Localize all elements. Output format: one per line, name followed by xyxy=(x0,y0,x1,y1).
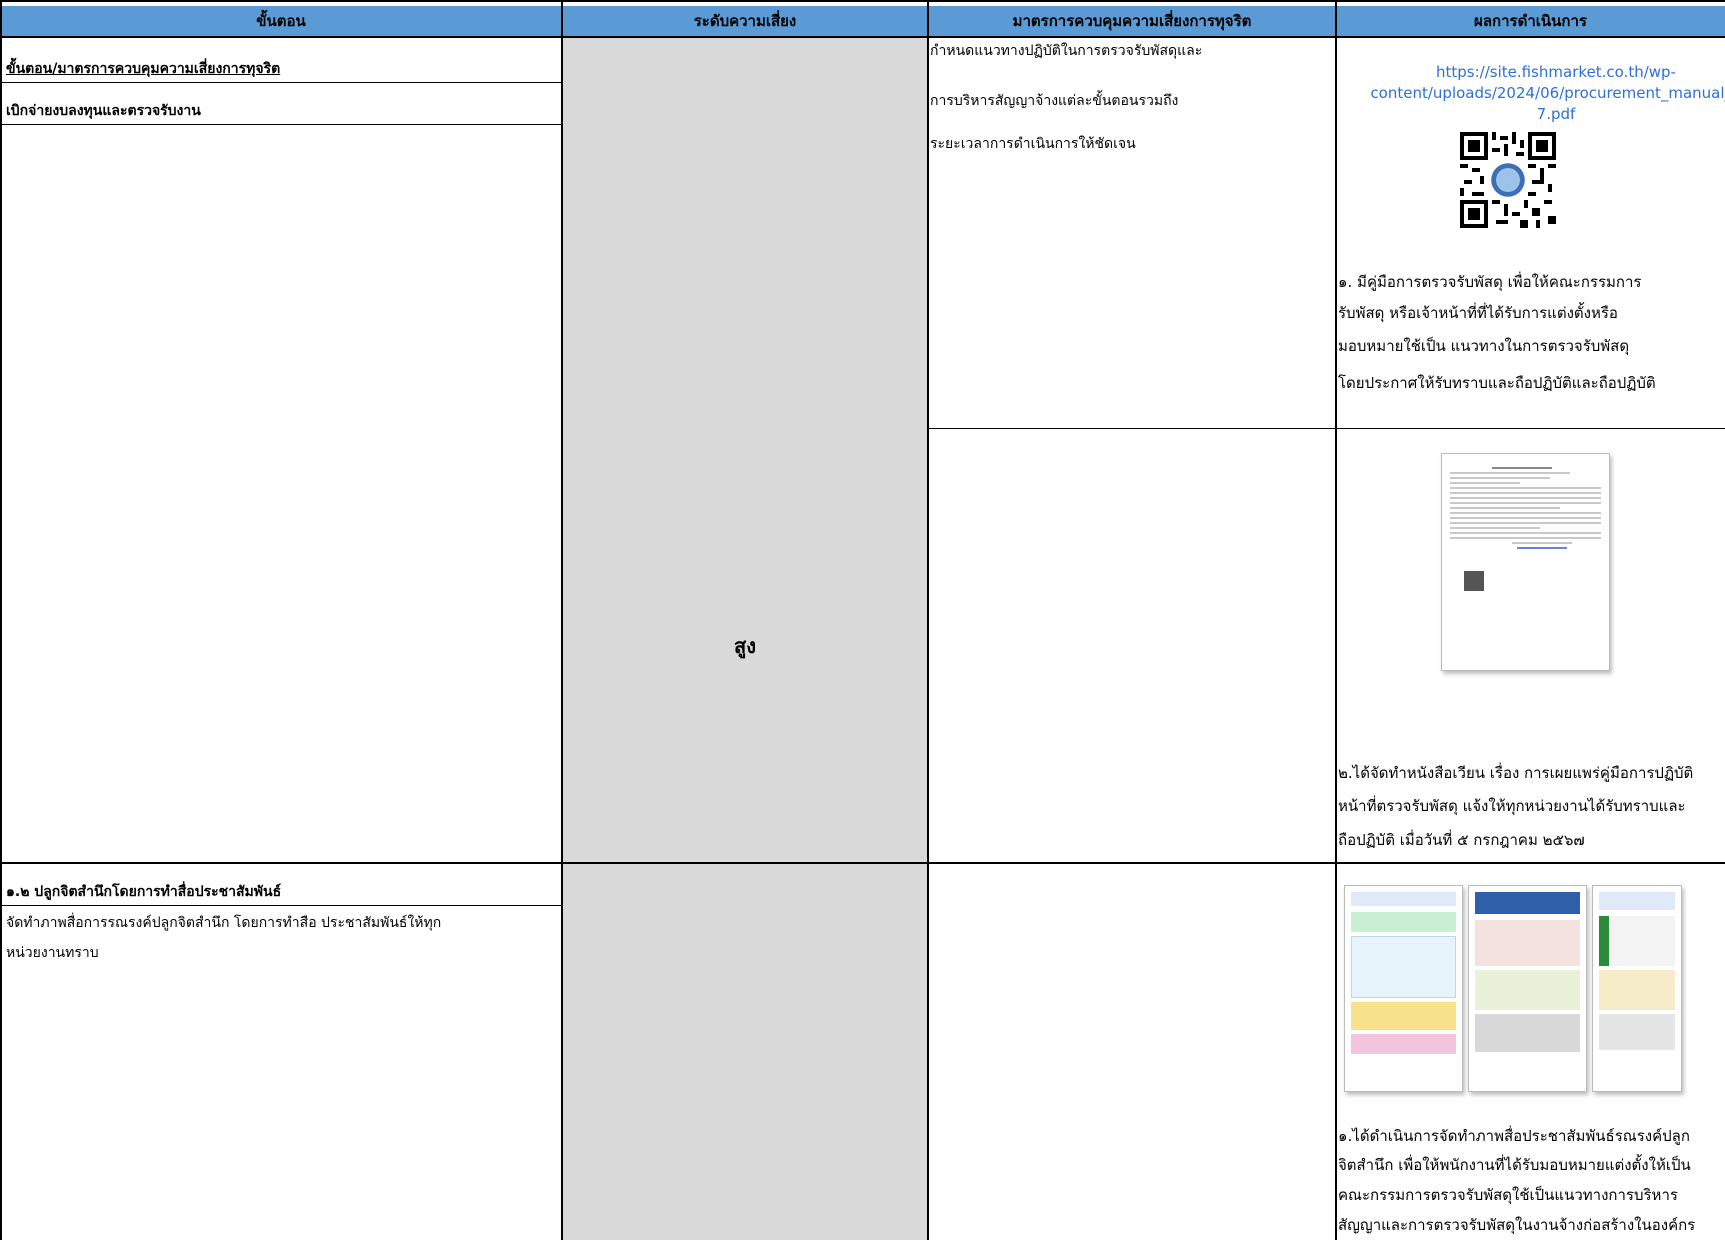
section2-title: ๑.๒ ปลูกจิตสำนึกโดยการทำสื่อประชาสัมพันธ… xyxy=(6,884,282,900)
section2-desc-line1: จัดทำภาพสื่อการรณรงค์ปลูกจิตสำนึก โดยการ… xyxy=(6,915,442,931)
link-line3: 7.pdf xyxy=(1536,105,1576,123)
result3-line3: คณะกรรมการตรวจรับพัสดุใช้เป็นแนวทางการบร… xyxy=(1338,1186,1678,1204)
measure-line3: ระยะเวลาการดำเนินการให้ชัดเจน xyxy=(930,136,1136,152)
col-divider-1 xyxy=(561,0,563,1240)
col-divider-2 xyxy=(927,0,929,1240)
left-row-divider-1 xyxy=(0,82,562,83)
poster-image-3 xyxy=(1592,885,1682,1092)
result1-line2: รับพัสดุ หรือเจ้าหน้าที่ที่ได้รับการแต่ง… xyxy=(1338,304,1618,322)
link-line2: content/uploads/2024/06/procurement_manu… xyxy=(1370,84,1725,102)
measure-line2: การบริหารสัญญาจ้างแต่ละขั้นตอนรวมถึง xyxy=(930,93,1179,109)
left-row-divider-3 xyxy=(0,905,562,906)
section2-desc-line2: หน่วยงานทราบ xyxy=(6,945,99,961)
procurement-manual-link[interactable]: https://site.fishmarket.co.th/wp- conten… xyxy=(1336,62,1725,125)
left-border xyxy=(0,0,2,1240)
header-measures: มาตรการควบคุมความเสี่ยงการทุจริต xyxy=(1012,12,1252,30)
col-divider-3 xyxy=(1335,0,1337,1240)
result2-line1: ๒.ได้จัดทำหนังสือเวียน เรื่อง การเผยแพร่… xyxy=(1338,764,1694,782)
header-results: ผลการดำเนินการ xyxy=(1474,12,1587,30)
risk-control-table: ขั้นตอน ระดับความเสี่ยง มาตรการควบคุมควา… xyxy=(0,0,1725,1240)
header-risk-level: ระดับความเสี่ยง xyxy=(693,12,797,30)
measure-line1: กำหนดแนวทางปฏิบัติในการตรวจรับพัสดุและ xyxy=(930,43,1203,59)
qr-code-icon xyxy=(1460,132,1556,228)
memo-document-image xyxy=(1441,453,1610,671)
result2-line3: ถือปฏิบัติ เมื่อวันที่ ๕ กรกฎาคม ๒๕๖๗ xyxy=(1338,831,1585,849)
result1-line1: ๑. มีคู่มือการตรวจรับพัสดุ เพื่อให้คณะกร… xyxy=(1338,273,1642,291)
result3-line2: จิตสำนึก เพื่อให้พนักงานที่ได้รับมอบหมาย… xyxy=(1338,1156,1691,1174)
right-row-divider-1 xyxy=(928,428,1725,429)
section-subtitle: เบิกจ่ายงบลงทุนและตรวจรับงาน xyxy=(6,103,201,119)
header-bottom-border xyxy=(0,36,1725,38)
risk-level-value: สูง xyxy=(734,634,756,658)
result2-line2: หน้าที่ตรวจรับพัสดุ แจ้งให้ทุกหน่วยงานได… xyxy=(1338,797,1686,815)
result1-line4: โดยประกาศให้รับทราบและถือปฏิบัติและถือปฏ… xyxy=(1338,374,1656,392)
result3-line1: ๑.ได้ดำเนินการจัดทำภาพสื่อประชาสัมพันธ์ร… xyxy=(1338,1127,1690,1145)
poster-image-2 xyxy=(1468,885,1587,1092)
header-steps: ขั้นตอน xyxy=(256,12,306,30)
link-line1: https://site.fishmarket.co.th/wp- xyxy=(1436,63,1676,81)
row-divider-section2 xyxy=(0,862,1725,864)
top-border xyxy=(0,0,1725,2)
result1-line3: มอบหมายใช้เป็น แนวทางในการตรวจรับพัสดุ xyxy=(1338,337,1630,355)
section-title: ขั้นตอน/มาตรการควบคุมความเสี่ยงการทุจริต xyxy=(6,61,281,77)
poster-image-1 xyxy=(1344,885,1463,1092)
left-row-divider-2 xyxy=(0,124,562,125)
result3-line4: สัญญาและการตรวจรับพัสดุในงานจ้างก่อสร้าง… xyxy=(1338,1216,1696,1234)
